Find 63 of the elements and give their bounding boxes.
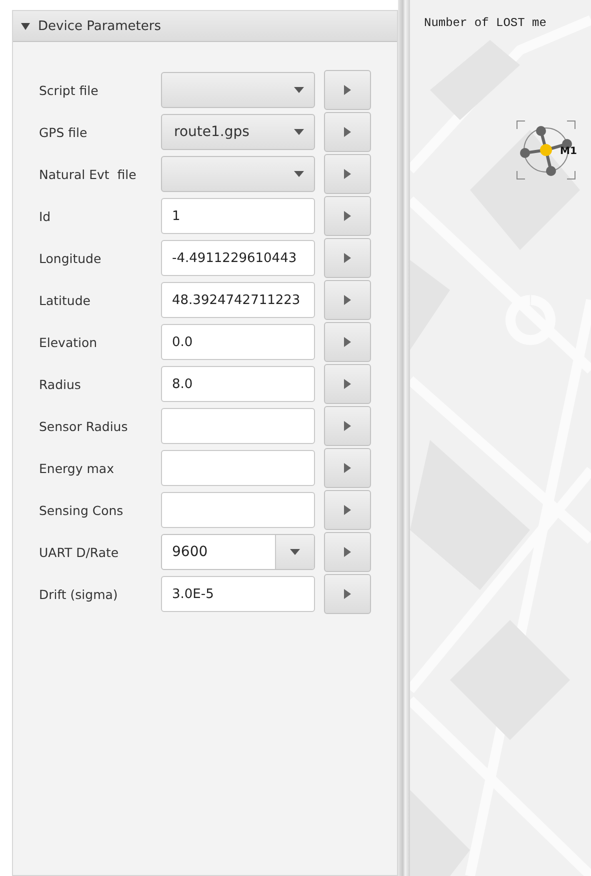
field-label: UART D/Rate: [39, 544, 120, 560]
apply-button[interactable]: [324, 574, 371, 614]
field-label: Drift (sigma): [39, 586, 119, 602]
apply-button[interactable]: [324, 196, 371, 236]
dropdown-caret-icon: [294, 87, 304, 93]
input-field[interactable]: 0.0: [161, 324, 315, 360]
dropdown-value: route1.gps: [174, 124, 250, 140]
apply-button[interactable]: [324, 406, 371, 446]
field-label: Latitude: [39, 292, 92, 308]
device-marker-icon[interactable]: [515, 119, 577, 181]
dropdown-caret-icon: [294, 171, 304, 177]
play-icon: [344, 421, 351, 431]
panel-header[interactable]: Device Parameters: [13, 11, 397, 42]
field-label: Sensor Radius: [39, 418, 129, 434]
play-icon: [344, 127, 351, 137]
play-icon: [344, 337, 351, 347]
input-field[interactable]: 8.0: [161, 366, 315, 402]
apply-button[interactable]: [324, 70, 371, 110]
field-label: GPS file: [39, 124, 88, 140]
apply-button[interactable]: [324, 322, 371, 362]
splitter[interactable]: [398, 0, 410, 876]
dropdown-caret-icon: [294, 129, 304, 135]
input-field[interactable]: 3.0E-5: [161, 576, 315, 612]
play-icon: [344, 85, 351, 95]
field-label: Elevation: [39, 334, 98, 350]
play-icon: [344, 253, 351, 263]
field-label: Sensing Cons: [39, 502, 124, 518]
play-icon: [344, 463, 351, 473]
dropdown[interactable]: [161, 156, 315, 192]
input-field[interactable]: [161, 492, 315, 528]
panel-title: Device Parameters: [38, 18, 161, 34]
play-icon: [344, 295, 351, 305]
field-label: Id: [39, 208, 52, 224]
apply-button[interactable]: [324, 280, 371, 320]
dropdown-caret-icon: [290, 549, 300, 555]
play-icon: [344, 589, 351, 599]
dropdown[interactable]: route1.gps: [161, 114, 315, 150]
input-field[interactable]: 48.3924742711223: [161, 282, 315, 318]
field-label: Radius: [39, 376, 82, 392]
play-icon: [344, 379, 351, 389]
play-icon: [344, 547, 351, 557]
field-label: Script file: [39, 82, 100, 98]
apply-button[interactable]: [324, 532, 371, 572]
marker-label: M1: [560, 146, 577, 157]
play-icon: [344, 169, 351, 179]
play-icon: [344, 211, 351, 221]
apply-button[interactable]: [324, 490, 371, 530]
input-field[interactable]: -4.4911229610443: [161, 240, 315, 276]
apply-button[interactable]: [324, 154, 371, 194]
field-label: Energy max: [39, 460, 115, 476]
apply-button[interactable]: [324, 448, 371, 488]
field-label: Natural Evt file: [39, 166, 138, 182]
apply-button[interactable]: [324, 238, 371, 278]
field-label: Longitude: [39, 250, 102, 266]
play-icon: [344, 505, 351, 515]
dropdown[interactable]: [161, 72, 315, 108]
input-field[interactable]: 1: [161, 198, 315, 234]
input-field[interactable]: [161, 450, 315, 486]
apply-button[interactable]: [324, 112, 371, 152]
input-field[interactable]: [161, 408, 315, 444]
editable-dropdown[interactable]: 9600: [161, 534, 315, 570]
console-text: Number of LOST me: [424, 16, 546, 30]
apply-button[interactable]: [324, 364, 371, 404]
